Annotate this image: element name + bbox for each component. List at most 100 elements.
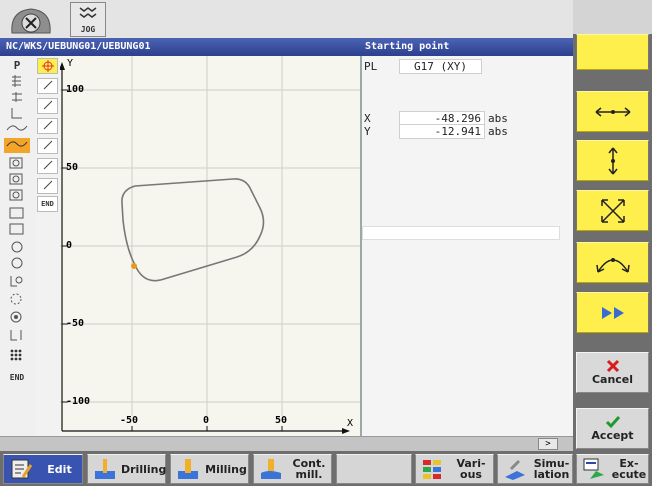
vertical-tangent-softkey[interactable] xyxy=(576,140,649,181)
arc-icon[interactable] xyxy=(4,122,30,137)
vertical-tangent-icon xyxy=(607,147,618,174)
start-point-marker xyxy=(131,263,137,269)
accept-icon xyxy=(605,416,620,429)
jog-button[interactable]: JOG xyxy=(70,2,106,37)
pocket-icon[interactable] xyxy=(4,156,30,171)
contour-milling-softkey[interactable]: Cont. mill. xyxy=(253,454,332,484)
pocket-icon[interactable] xyxy=(4,172,30,187)
line-vertical-icon[interactable] xyxy=(4,106,30,121)
x-tick-label: 50 xyxy=(275,415,288,426)
arc-active-icon[interactable] xyxy=(4,138,30,153)
drill-pattern-icon[interactable] xyxy=(4,292,30,307)
header-bar: NC/WKS/UEBUNG01/UEBUNG01 Starting point xyxy=(0,38,573,56)
line-diagonal-icon[interactable] xyxy=(37,138,58,154)
jog-label: JOG xyxy=(80,25,96,34)
grid-pattern-icon[interactable] xyxy=(4,348,30,363)
all-directions-softkey[interactable] xyxy=(576,190,649,231)
tool-strip-top-label: P xyxy=(13,59,21,72)
simulation-label-line2: lation xyxy=(533,468,570,481)
x-label: X xyxy=(364,112,371,125)
top-bar: JOG xyxy=(0,0,573,39)
status-strip: > xyxy=(0,436,573,451)
arc-direction-icon xyxy=(595,257,630,273)
drilling-icon xyxy=(95,459,115,479)
pocket-icon[interactable] xyxy=(4,188,30,203)
element-end-label[interactable]: END xyxy=(37,196,58,212)
x-unit[interactable]: abs xyxy=(488,112,508,125)
rect-pocket-icon[interactable] xyxy=(4,206,30,221)
contour-milling-icon xyxy=(261,459,281,479)
all-directions-icon xyxy=(600,198,625,223)
line-diagonal-icon[interactable] xyxy=(37,118,58,134)
contour-milling-label: Cont. mill. xyxy=(287,458,331,480)
x-tick-label: -50 xyxy=(120,415,139,426)
start-point-icon[interactable] xyxy=(37,58,58,74)
input-line[interactable] xyxy=(362,226,560,240)
line-diagonal-icon[interactable] xyxy=(37,98,58,114)
various-icon xyxy=(423,460,441,479)
accept-label: Accept xyxy=(591,429,634,442)
x-axis-label: X xyxy=(347,418,354,429)
contour-tool-strip: P END xyxy=(0,56,37,436)
horizontal-tangent-icon xyxy=(595,106,630,117)
arc-direction-softkey[interactable] xyxy=(576,242,649,283)
line-diagonal-icon[interactable] xyxy=(37,178,58,194)
y-tick-label: 0 xyxy=(66,240,73,251)
milling-softkey[interactable]: Milling xyxy=(170,454,249,484)
machine-mode-icon[interactable] xyxy=(6,3,56,37)
edit-softkey[interactable]: Edit xyxy=(3,454,83,484)
execute-softkey[interactable]: Ex-ecute xyxy=(576,454,649,484)
line-diagonal-icon[interactable] xyxy=(37,78,58,94)
edit-icon xyxy=(11,459,33,479)
horizontal-tangent-softkey[interactable] xyxy=(576,91,649,132)
y-start-field[interactable]: -12.941 xyxy=(399,124,485,139)
tool-strip-end-label: END xyxy=(9,373,25,382)
line-horizontal-icon[interactable] xyxy=(4,90,30,105)
various-label: Vari-ous xyxy=(449,458,493,480)
circle-icon[interactable] xyxy=(4,240,30,255)
drill-pattern-icon[interactable] xyxy=(4,328,30,343)
next-softkey[interactable] xyxy=(576,292,649,333)
more-button[interactable]: > xyxy=(538,438,558,450)
simulation-icon xyxy=(505,459,525,480)
drilling-label: Drilling xyxy=(121,462,167,476)
y-unit[interactable]: abs xyxy=(488,125,508,138)
simulation-softkey[interactable]: Simu-lation xyxy=(497,454,573,484)
rect-pocket-icon[interactable] xyxy=(4,222,30,237)
contour-graphic[interactable]: Y X 100 50 0 -50 -100 -50 0 50 xyxy=(60,56,360,436)
simulation-label: Simu-lation xyxy=(531,458,572,480)
cancel-label: Cancel xyxy=(591,373,634,386)
y-tick-label: 100 xyxy=(66,84,85,95)
various-softkey[interactable]: Vari-ous xyxy=(415,454,494,484)
execute-icon xyxy=(583,458,604,479)
line-diagonal-icon[interactable] xyxy=(37,158,58,174)
parameter-panel: PL G17 (XY) X -48.296 abs Y -12.941 abs xyxy=(362,56,573,436)
panel-title: Starting point xyxy=(365,41,450,52)
program-path: NC/WKS/UEBUNG01/UEBUNG01 xyxy=(6,41,151,52)
horizontal-softkey-bar: Edit Drilling Milling Cont. mill. Vari-ou… xyxy=(0,451,652,486)
plane-label: PL xyxy=(364,60,378,73)
empty-softkey[interactable] xyxy=(336,454,412,484)
vertical-softkey-bar: Cancel Accept xyxy=(573,34,652,486)
circle-pocket-icon[interactable] xyxy=(4,274,30,289)
plane-select[interactable]: G17 (XY) xyxy=(399,59,482,74)
circle-icon[interactable] xyxy=(4,256,30,271)
drilling-softkey[interactable]: Drilling xyxy=(87,454,166,484)
y-tick-label: -100 xyxy=(66,396,91,407)
y-axis-label: Y xyxy=(67,58,74,69)
position-pattern-icon[interactable] xyxy=(4,310,30,325)
y-tick-label: -50 xyxy=(66,318,85,329)
milling-icon xyxy=(178,459,198,479)
various-label-line2: ous xyxy=(460,468,482,481)
cancel-button[interactable]: Cancel xyxy=(576,352,649,393)
accept-button[interactable]: Accept xyxy=(576,408,649,449)
execute-label: Ex-ecute xyxy=(610,458,648,480)
y-label: Y xyxy=(364,125,371,138)
x-tick-label: 0 xyxy=(203,415,210,426)
y-tick-label: 50 xyxy=(66,162,79,173)
contour-start-icon[interactable] xyxy=(4,74,30,89)
milling-label: Milling xyxy=(205,462,247,476)
blank-softkey[interactable] xyxy=(576,34,649,70)
next-icon xyxy=(601,306,624,319)
contour-milling-label-line2: mill. xyxy=(295,468,323,481)
